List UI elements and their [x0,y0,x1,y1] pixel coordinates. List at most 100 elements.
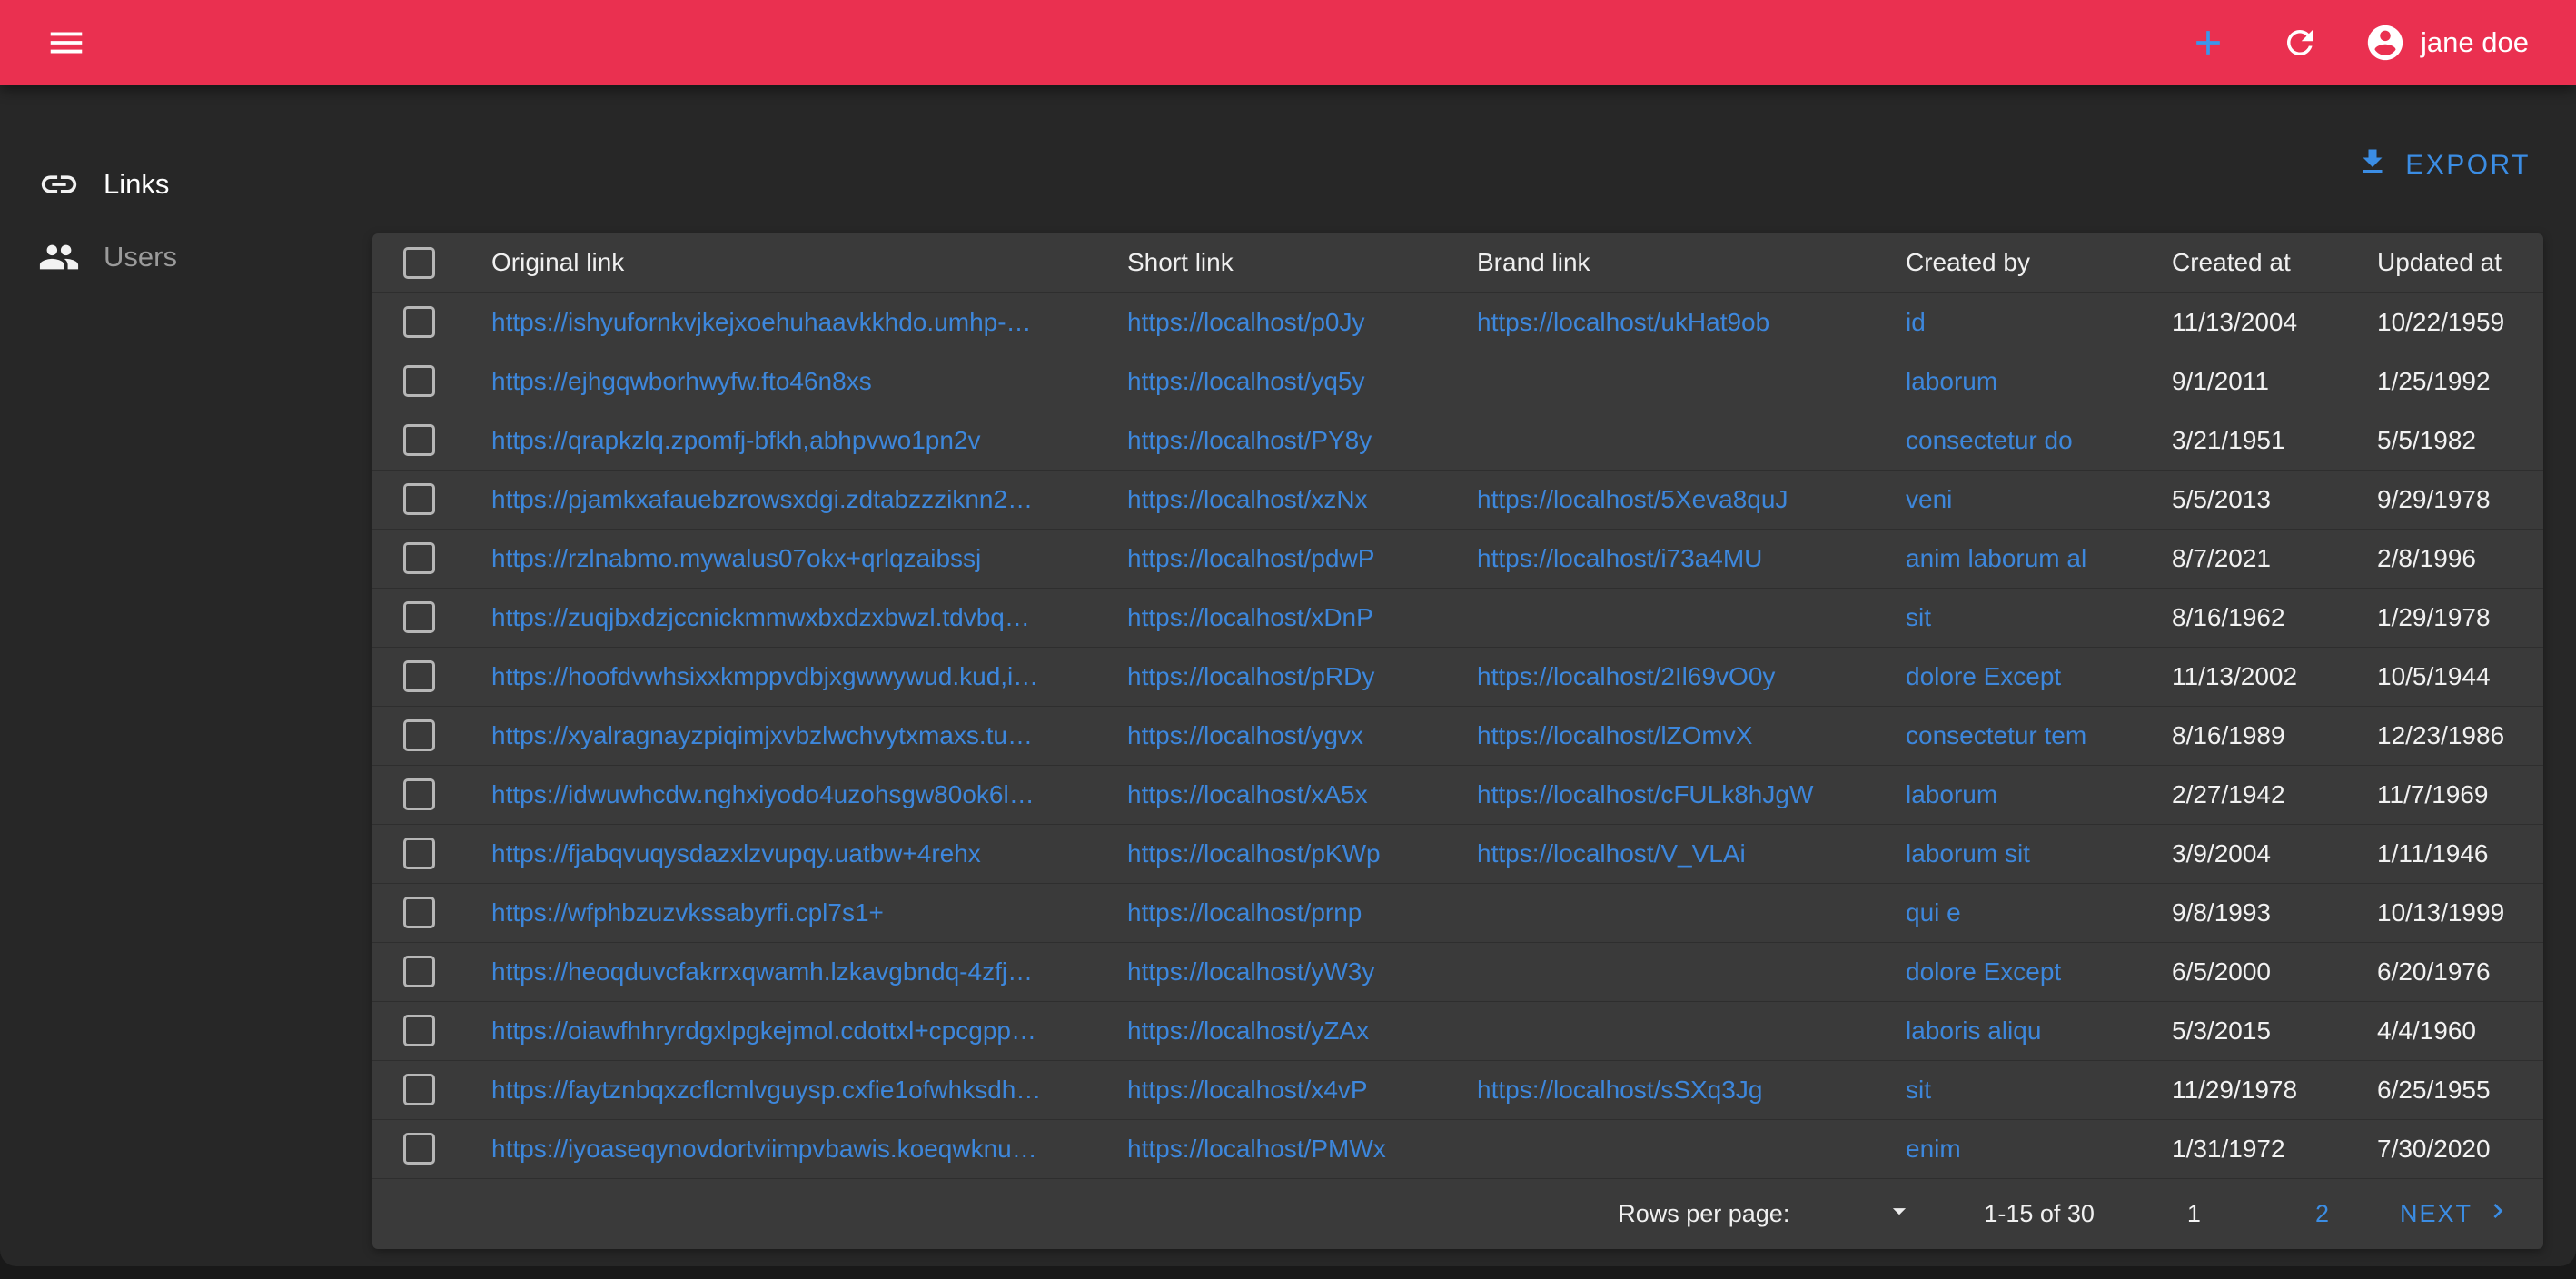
user-name: jane doe [2421,26,2529,59]
created-at: 5/3/2015 [2154,1001,2359,1060]
created-by-link[interactable]: dolore Except [1906,662,2061,690]
column-header-created-at: Created at [2154,233,2359,292]
created-by-link[interactable]: laborum [1906,780,1997,808]
table-row: https://xyalragnayzpiqimjxvbzlwchvytxmax… [372,706,2543,765]
row-checkbox[interactable] [403,1133,435,1165]
original-link[interactable]: https://oiawfhhryrdgxlpgkejmol.cdottxl+c… [491,1016,1036,1045]
updated-at: 10/22/1959 [2359,292,2543,352]
short-link[interactable]: https://localhost/p0Jy [1127,308,1364,336]
table-row: https://qrapkzlq.zpomfj-bfkh,abhpvwo1pn2… [372,411,2543,470]
updated-at: 6/25/1955 [2359,1060,2543,1119]
row-checkbox[interactable] [403,838,435,869]
short-link[interactable]: https://localhost/PY8y [1127,426,1372,454]
short-link[interactable]: https://localhost/ygvx [1127,721,1363,749]
original-link[interactable]: https://pjamkxafauebzrowsxdgi.zdtabzzzik… [491,485,1033,513]
short-link[interactable]: https://localhost/prnp [1127,898,1362,927]
original-link[interactable]: https://idwuwhcdw.nghxiyodo4uzohsgw80ok6… [491,780,1035,808]
created-by-link[interactable]: dolore Except [1906,957,2061,986]
user-menu[interactable]: jane doe [2364,22,2529,64]
chevron-right-icon [2472,1196,2512,1232]
brand-link[interactable]: https://localhost/V_VLAi [1477,839,1746,868]
brand-link[interactable]: https://localhost/2Il69vO0y [1477,662,1775,690]
sidebar-item-links[interactable]: Links [0,148,372,221]
export-button[interactable]: EXPORT [2356,145,2531,185]
original-link[interactable]: https://heoqduvcfakrrxqwamh.lzkavgbndq-4… [491,957,1033,986]
brand-link[interactable]: https://localhost/sSXq3Jg [1477,1076,1762,1104]
brand-link[interactable]: https://localhost/cFULk8hJgW [1477,780,1813,808]
short-link[interactable]: https://localhost/yW3y [1127,957,1374,986]
row-checkbox[interactable] [403,719,435,751]
page-button-1[interactable]: 1 [2187,1200,2201,1228]
created-by-link[interactable]: laborum sit [1906,839,2030,868]
short-link[interactable]: https://localhost/x4vP [1127,1076,1368,1104]
short-link[interactable]: https://localhost/PMWx [1127,1135,1386,1163]
row-checkbox[interactable] [403,1074,435,1105]
table-row: https://iyoaseqynovdortviimpvbawis.koeqw… [372,1119,2543,1178]
original-link[interactable]: https://qrapkzlq.zpomfj-bfkh,abhpvwo1pn2… [491,426,981,454]
link-icon [38,164,80,205]
created-by-link[interactable]: consectetur tem [1906,721,2086,749]
original-link[interactable]: https://fjabqvuqysdazxlzvupqy.uatbw+4reh… [491,839,981,868]
row-checkbox[interactable] [403,778,435,810]
menu-icon [45,22,87,64]
row-checkbox[interactable] [403,601,435,633]
brand-link[interactable]: https://localhost/lZOmvX [1477,721,1752,749]
updated-at: 5/5/1982 [2359,411,2543,470]
original-link[interactable]: https://iyoaseqynovdortviimpvbawis.koeqw… [491,1135,1037,1163]
created-by-link[interactable]: enim [1906,1135,1961,1163]
created-at: 8/7/2021 [2154,529,2359,588]
table-row: https://heoqduvcfakrrxqwamh.lzkavgbndq-4… [372,942,2543,1001]
created-by-link[interactable]: sit [1906,603,1931,631]
sidebar-item-users[interactable]: Users [0,221,372,293]
original-link[interactable]: https://ejhgqwborhwyfw.fto46n8xs [491,367,872,395]
menu-button[interactable] [45,22,87,64]
original-link[interactable]: https://xyalragnayzpiqimjxvbzlwchvytxmax… [491,721,1033,749]
original-link[interactable]: https://zuqjbxdzjccnickmmwxbxdzxbwzl.tdv… [491,603,1030,631]
row-checkbox[interactable] [403,424,435,456]
created-by-link[interactable]: id [1906,308,1926,336]
created-by-link[interactable]: anim laborum al [1906,544,2086,572]
created-by-link[interactable]: laboris aliqu [1906,1016,2041,1045]
created-by-link[interactable]: consectetur do [1906,426,2073,454]
original-link[interactable]: https://hoofdvwhsixxkmppvdbjxgwwywud.kud… [491,662,1038,690]
short-link[interactable]: https://localhost/yq5y [1127,367,1364,395]
row-checkbox[interactable] [403,365,435,397]
original-link[interactable]: https://wfphbzuzvkssabyrfi.cpl7s1+ [491,898,884,927]
row-checkbox[interactable] [403,306,435,338]
brand-link[interactable]: https://localhost/i73a4MU [1477,544,1762,572]
rows-per-page-select[interactable] [1884,1195,1915,1233]
short-link[interactable]: https://localhost/pRDy [1127,662,1374,690]
select-all-checkbox[interactable] [403,247,435,279]
original-link[interactable]: https://rzlnabmo.mywalus07okx+qrlqzaibss… [491,544,981,572]
row-checkbox[interactable] [403,1015,435,1046]
brand-link[interactable]: https://localhost/5Xeva8quJ [1477,485,1788,513]
created-by-link[interactable]: laborum [1906,367,1997,395]
original-link[interactable]: https://ishyufornkvjkejxoehuhaavkkhdo.um… [491,308,1032,336]
original-link[interactable]: https://faytznbqxzcflcmlvguysp.cxfie1ofw… [491,1076,1041,1104]
refresh-button[interactable] [2281,24,2319,62]
created-by-link[interactable]: veni [1906,485,1952,513]
updated-at: 10/5/1944 [2359,647,2543,706]
add-link-button[interactable] [2188,23,2228,63]
sidebar-item-label: Users [104,241,177,273]
short-link[interactable]: https://localhost/xA5x [1127,780,1368,808]
row-checkbox[interactable] [403,897,435,928]
updated-at: 2/8/1996 [2359,529,2543,588]
short-link[interactable]: https://localhost/pKWp [1127,839,1381,868]
created-by-link[interactable]: qui e [1906,898,1961,927]
next-page-button[interactable]: NEXT [2400,1196,2512,1232]
short-link[interactable]: https://localhost/yZAx [1127,1016,1369,1045]
row-checkbox[interactable] [403,542,435,574]
row-checkbox[interactable] [403,483,435,515]
table-row: https://ejhgqwborhwyfw.fto46n8xs https:/… [372,352,2543,411]
brand-link[interactable]: https://localhost/ukHat9ob [1477,308,1769,336]
short-link[interactable]: https://localhost/pdwP [1127,544,1374,572]
row-checkbox[interactable] [403,660,435,692]
created-by-link[interactable]: sit [1906,1076,1931,1104]
short-link[interactable]: https://localhost/xDnP [1127,603,1373,631]
links-table-card: Original link Short link Brand link Crea… [372,233,2543,1249]
row-checkbox[interactable] [403,956,435,987]
updated-at: 7/30/2020 [2359,1119,2543,1178]
short-link[interactable]: https://localhost/xzNx [1127,485,1368,513]
page-button-2[interactable]: 2 [2315,1200,2329,1228]
